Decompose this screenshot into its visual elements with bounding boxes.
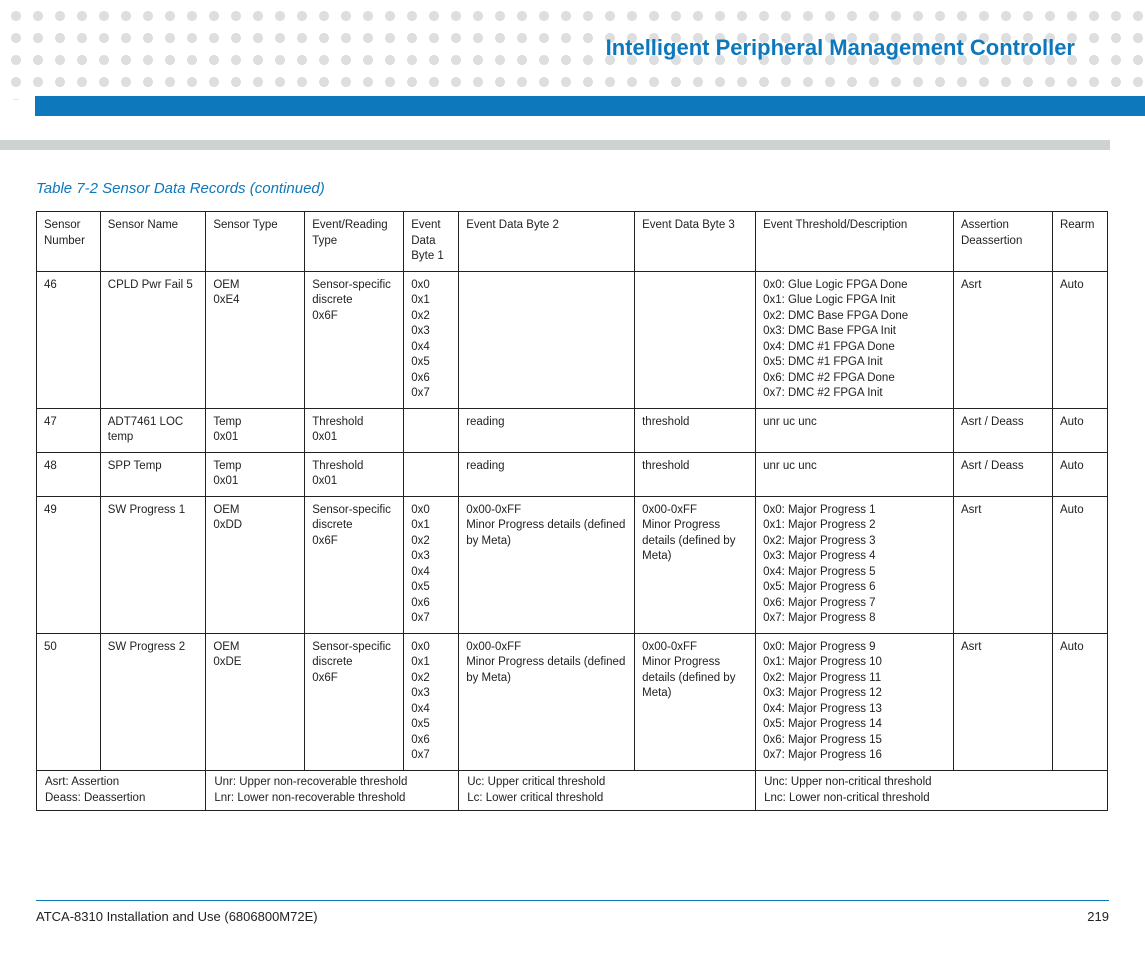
footer-doc-title: ATCA-8310 Installation and Use (6806800M… — [36, 909, 318, 924]
cell-ert: Sensor-specific discrete 0x6F — [305, 496, 404, 633]
sensor-data-table: Sensor Number Sensor Name Sensor Type Ev… — [36, 211, 1108, 811]
cell-b1 — [404, 452, 459, 496]
col-event-threshold: Event Threshold/Description — [756, 212, 954, 272]
table-row: 48SPP TempTemp 0x01Threshold 0x01 reading… — [37, 452, 1108, 496]
cell-thresh: 0x0: Glue Logic FPGA Done 0x1: Glue Logi… — [756, 271, 954, 408]
cell-assert: Asrt — [953, 633, 1052, 770]
legend-lc: Lc: Lower critical threshold — [467, 791, 747, 807]
cell-num: 48 — [37, 452, 101, 496]
cell-type: OEM 0xE4 — [206, 271, 305, 408]
cell-thresh: unr uc unc — [756, 408, 954, 452]
cell-rearm: Auto — [1052, 496, 1107, 633]
table-header-row: Sensor Number Sensor Name Sensor Type Ev… — [37, 212, 1108, 272]
accent-bar-blue — [35, 96, 1145, 116]
cell-ert: Threshold 0x01 — [305, 408, 404, 452]
cell-num: 47 — [37, 408, 101, 452]
legend-row: Asrt: Assertion Deass: Deassertion Unr: … — [37, 770, 1108, 810]
page-header: Intelligent Peripheral Management Contro… — [0, 0, 1145, 100]
table-caption: Table 7-2 Sensor Data Records (continued… — [36, 180, 1145, 197]
cell-thresh: 0x0: Major Progress 1 0x1: Major Progres… — [756, 496, 954, 633]
col-event-data-byte-1: Event Data Byte 1 — [404, 212, 459, 272]
cell-b3: 0x00-0xFF Minor Progress details (define… — [635, 496, 756, 633]
table-row: 50SW Progress 2OEM 0xDESensor-specific d… — [37, 633, 1108, 770]
table-row: 47ADT7461 LOC tempTemp 0x01Threshold 0x0… — [37, 408, 1108, 452]
cell-thresh: 0x0: Major Progress 9 0x1: Major Progres… — [756, 633, 954, 770]
cell-b3 — [635, 271, 756, 408]
cell-rearm: Auto — [1052, 452, 1107, 496]
cell-b2: reading — [459, 408, 635, 452]
col-event-data-byte-2: Event Data Byte 2 — [459, 212, 635, 272]
col-sensor-name: Sensor Name — [100, 212, 206, 272]
cell-assert: Asrt / Deass — [953, 408, 1052, 452]
legend-unc: Unc: Upper non-critical threshold — [764, 775, 1099, 791]
cell-name: ADT7461 LOC temp — [100, 408, 206, 452]
table-row: 49SW Progress 1OEM 0xDDSensor-specific d… — [37, 496, 1108, 633]
col-sensor-number: Sensor Number — [37, 212, 101, 272]
cell-b2: 0x00-0xFF Minor Progress details (define… — [459, 633, 635, 770]
cell-num: 50 — [37, 633, 101, 770]
cell-name: SW Progress 1 — [100, 496, 206, 633]
cell-type: Temp 0x01 — [206, 452, 305, 496]
cell-b2: reading — [459, 452, 635, 496]
cell-ert: Sensor-specific discrete 0x6F — [305, 633, 404, 770]
cell-b3: threshold — [635, 452, 756, 496]
legend-unr: Unr: Upper non-recoverable threshold — [214, 775, 450, 791]
cell-b1: 0x0 0x1 0x2 0x3 0x4 0x5 0x6 0x7 — [404, 633, 459, 770]
cell-type: Temp 0x01 — [206, 408, 305, 452]
col-event-data-byte-3: Event Data Byte 3 — [635, 212, 756, 272]
cell-name: SPP Temp — [100, 452, 206, 496]
col-assertion-deassertion: Assertion Deassertion — [953, 212, 1052, 272]
legend-deass: Deass: Deassertion — [45, 791, 197, 807]
legend-lnc: Lnc: Lower non-critical threshold — [764, 791, 1099, 807]
cell-b1: 0x0 0x1 0x2 0x3 0x4 0x5 0x6 0x7 — [404, 271, 459, 408]
cell-num: 49 — [37, 496, 101, 633]
cell-name: CPLD Pwr Fail 5 — [100, 271, 206, 408]
cell-b1 — [404, 408, 459, 452]
cell-ert: Threshold 0x01 — [305, 452, 404, 496]
col-event-reading-type: Event/Reading Type — [305, 212, 404, 272]
cell-assert: Asrt — [953, 496, 1052, 633]
legend-uc: Uc: Upper critical threshold — [467, 775, 747, 791]
page-footer: ATCA-8310 Installation and Use (6806800M… — [36, 900, 1109, 924]
cell-assert: Asrt — [953, 271, 1052, 408]
cell-rearm: Auto — [1052, 633, 1107, 770]
cell-assert: Asrt / Deass — [953, 452, 1052, 496]
accent-bar-grey — [0, 140, 1110, 150]
cell-b1: 0x0 0x1 0x2 0x3 0x4 0x5 0x6 0x7 — [404, 496, 459, 633]
cell-type: OEM 0xDD — [206, 496, 305, 633]
col-sensor-type: Sensor Type — [206, 212, 305, 272]
cell-name: SW Progress 2 — [100, 633, 206, 770]
chapter-title: Intelligent Peripheral Management Contro… — [606, 35, 1075, 61]
legend-lnr: Lnr: Lower non-recoverable threshold — [214, 791, 450, 807]
cell-rearm: Auto — [1052, 271, 1107, 408]
cell-type: OEM 0xDE — [206, 633, 305, 770]
cell-num: 46 — [37, 271, 101, 408]
cell-b2: 0x00-0xFF Minor Progress details (define… — [459, 496, 635, 633]
cell-rearm: Auto — [1052, 408, 1107, 452]
cell-thresh: unr uc unc — [756, 452, 954, 496]
cell-b3: 0x00-0xFF Minor Progress details (define… — [635, 633, 756, 770]
footer-page-number: 219 — [1087, 909, 1109, 924]
table-row: 46CPLD Pwr Fail 5OEM 0xE4Sensor-specific… — [37, 271, 1108, 408]
cell-b2 — [459, 271, 635, 408]
cell-b3: threshold — [635, 408, 756, 452]
col-rearm: Rearm — [1052, 212, 1107, 272]
legend-asrt: Asrt: Assertion — [45, 775, 197, 791]
cell-ert: Sensor-specific discrete 0x6F — [305, 271, 404, 408]
